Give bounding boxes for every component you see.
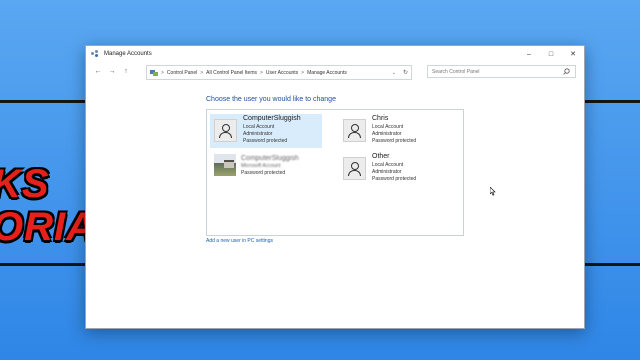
account-type: Local Account	[243, 124, 275, 130]
account-tile-computersluggish-local[interactable]: ComputerSluggish Local Account Administr…	[210, 114, 322, 148]
account-role: Administrator	[372, 169, 402, 175]
search-icon[interactable]	[563, 68, 570, 77]
breadcrumb-separator: >	[200, 69, 204, 76]
account-password-status: Password protected	[241, 170, 286, 176]
breadcrumb-separator: >	[161, 69, 164, 76]
title-bar[interactable]: Manage Accounts – □ ✕	[86, 46, 584, 62]
account-password-status: Password protected	[372, 176, 417, 182]
account-name: ComputerSluggish	[241, 155, 299, 162]
minimize-button[interactable]: –	[518, 46, 540, 62]
maximize-button[interactable]: □	[540, 46, 562, 62]
breadcrumb-separator: >	[260, 69, 263, 76]
up-arrow-icon[interactable]: ↑	[119, 68, 133, 75]
user-avatar-icon	[214, 119, 237, 142]
mouse-cursor-icon	[490, 187, 496, 196]
page-heading: Choose the user you would like to change	[206, 96, 336, 103]
breadcrumb-all-items[interactable]: All Control Panel Items	[206, 70, 257, 76]
account-name: Chris	[372, 115, 389, 122]
account-role: Administrator	[372, 131, 402, 137]
address-bar[interactable]: > Control Panel > All Control Panel Item…	[146, 65, 412, 80]
account-name: ComputerSluggish	[243, 115, 301, 122]
user-avatar-icon	[343, 119, 366, 142]
forward-arrow-icon[interactable]: →	[105, 68, 119, 75]
breadcrumb-manage-accounts[interactable]: Manage Accounts	[307, 70, 347, 76]
account-type: Local Account	[372, 162, 404, 168]
control-panel-icon	[150, 69, 158, 76]
account-tile-computersluggish-microsoft[interactable]: ComputerSluggish Microsoft Account Passw…	[214, 154, 326, 188]
account-type: Microsoft Account	[241, 163, 281, 169]
user-accounts-icon	[91, 50, 100, 58]
account-password-status: Password protected	[372, 138, 417, 144]
manage-accounts-window: Manage Accounts – □ ✕ ← → ↑ > Control Pa…	[85, 45, 585, 329]
window-title: Manage Accounts	[104, 51, 152, 57]
chevron-down-icon[interactable]: ⌄	[392, 70, 396, 76]
account-photo	[214, 154, 236, 176]
back-arrow-icon[interactable]: ←	[91, 68, 105, 75]
search-placeholder: Search Control Panel	[432, 68, 480, 75]
breadcrumb-user-accounts[interactable]: User Accounts	[266, 70, 298, 76]
accounts-panel: ComputerSluggish Local Account Administr…	[206, 109, 464, 236]
account-type: Local Account	[372, 124, 404, 130]
breadcrumb-control-panel[interactable]: Control Panel	[167, 70, 197, 76]
account-tile-other[interactable]: Other Local Account Administrator Passwo…	[339, 152, 451, 186]
breadcrumb-separator: >	[301, 69, 305, 76]
add-user-link[interactable]: Add a new user in PC settings	[206, 238, 273, 244]
refresh-icon[interactable]: ↻	[403, 69, 408, 76]
account-password-status: Password protected	[243, 138, 288, 144]
brand-text-line1: KS	[0, 162, 50, 206]
account-role: Administrator	[243, 131, 273, 137]
account-tile-chris[interactable]: Chris Local Account Administrator Passwo…	[339, 114, 451, 148]
user-avatar-icon	[343, 157, 366, 180]
search-input[interactable]: Search Control Panel	[427, 65, 576, 78]
close-button[interactable]: ✕	[562, 46, 584, 62]
account-name: Other	[372, 153, 390, 160]
